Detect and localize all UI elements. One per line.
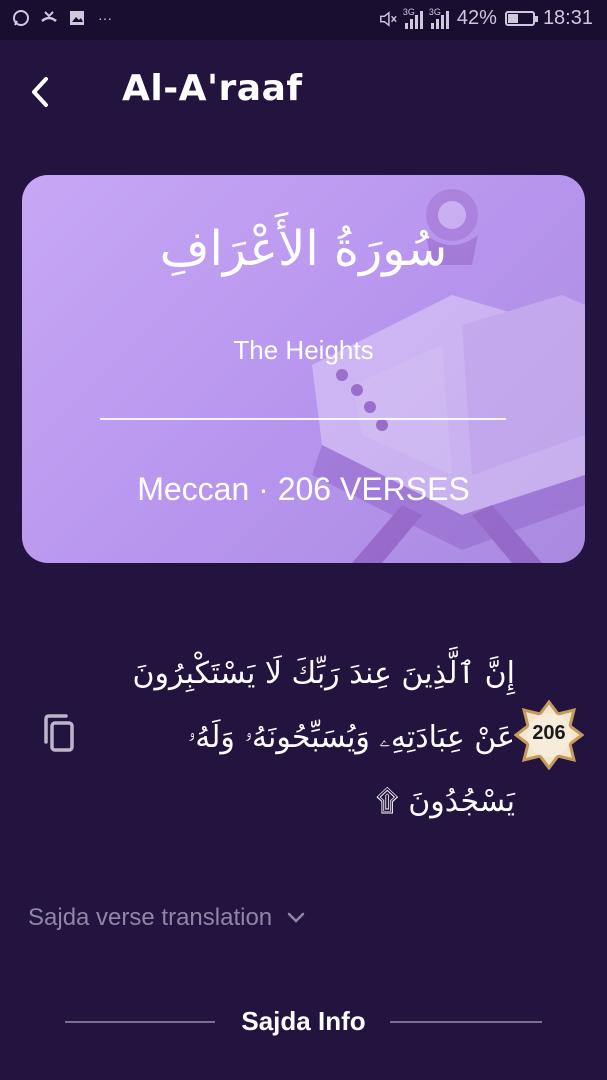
surah-translation: The Heights [233,335,374,365]
verse-text: إِنَّ ٱلَّذِينَ عِندَ رَبِّكَ لَا يَسْتَ… [95,642,516,834]
signal-icon-2: 3G [428,6,449,29]
network-type-2: 3G [428,6,441,17]
notification-icons: ··· [12,9,114,27]
sajda-translation-label: Sajda verse translation [28,904,273,931]
signal-icon-1: 3G [402,6,423,29]
network-type-1: 3G [402,6,415,17]
back-button[interactable] [22,72,58,112]
whatsapp-icon [12,9,30,27]
copy-button[interactable] [40,714,76,752]
verse-line-1: إِنَّ ٱلَّذِينَ عِندَ رَبِّكَ لَا يَسْتَ… [132,656,516,691]
image-icon [68,9,86,27]
verse-number-badge: 206 [513,699,585,771]
copy-icon [44,714,74,752]
chevron-down-icon [287,912,305,923]
missed-call-icon [40,9,58,27]
clock: 18:31 [542,7,593,29]
battery-icon [504,11,538,26]
battery-percent: 42% [456,7,497,29]
card-divider [100,418,506,420]
divider-right [390,1021,542,1023]
surah-card: سُورَةُ الأَعْرَافِ The Heights Meccan ·… [22,175,585,563]
verse-line-2: عَنْ عِبَادَتِهِۦ وَيُسَبِّحُونَهُۥ وَلَ… [187,720,515,755]
surah-arabic-name: سُورَةُ الأَعْرَافِ [159,221,448,277]
sajda-translation-toggle[interactable]: Sajda verse translation [28,904,306,932]
status-bar: ··· 3G 3G 42% 18:31 [0,0,607,40]
more-dots-icon: ··· [98,10,112,26]
verse-number: 206 [532,722,566,744]
battery-fill [507,14,518,23]
system-status: 3G 3G 42% 18:31 [379,7,593,30]
surah-meta: Meccan · 206 VERSES [137,471,470,507]
chevron-left-icon [32,77,48,107]
verse-line-3: يَسْجُدُونَ ۩ [375,784,515,819]
page-title: Al-A'raaf [122,68,303,109]
mute-icon [379,10,397,28]
